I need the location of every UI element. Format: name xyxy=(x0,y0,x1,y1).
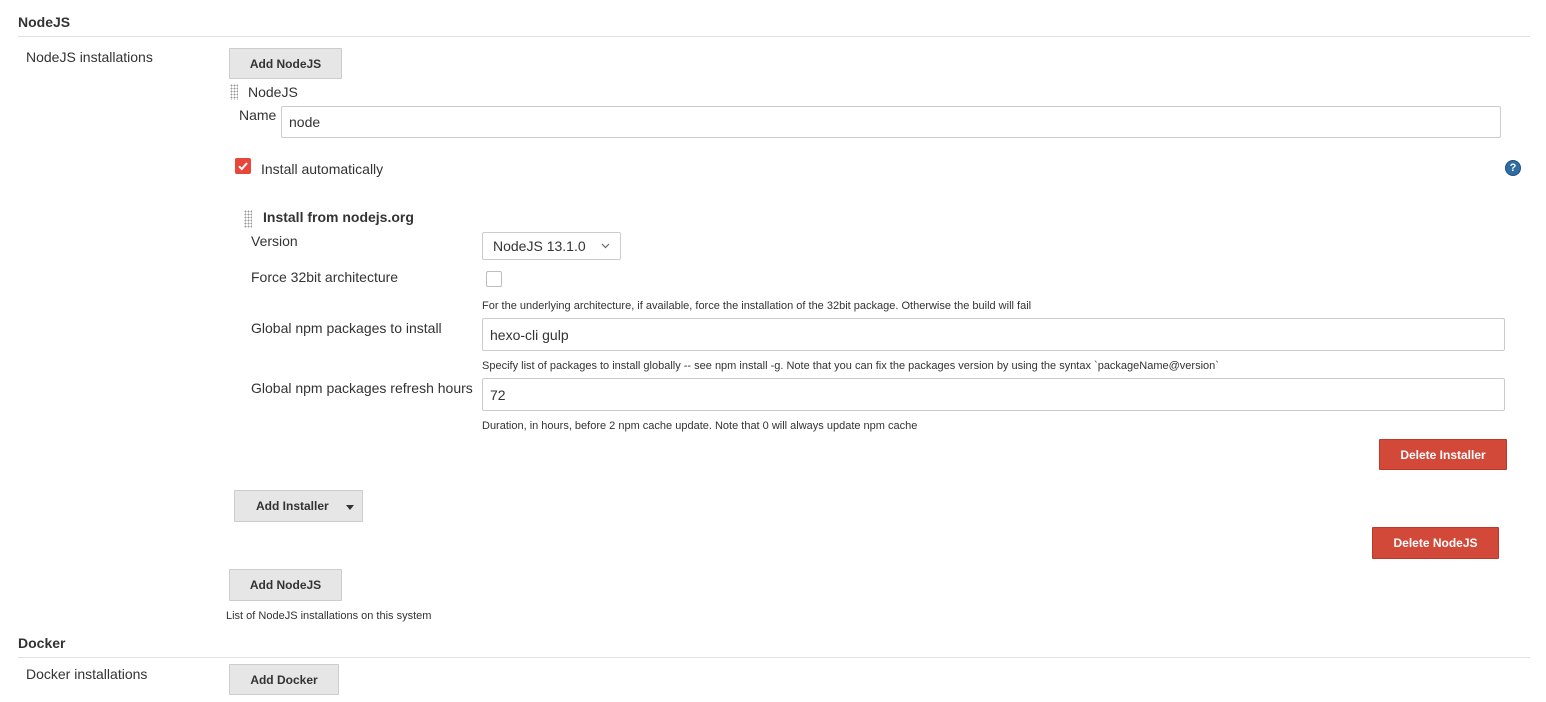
version-select-value: NodeJS 13.1.0 xyxy=(493,238,586,254)
caret-down-icon xyxy=(346,505,354,510)
name-input[interactable]: node xyxy=(281,106,1501,138)
name-input-value: node xyxy=(289,114,321,130)
force32-help-text: For the underlying architecture, if avai… xyxy=(482,300,1032,312)
question-mark-icon[interactable]: ? xyxy=(1505,160,1521,176)
nodejs-section-divider xyxy=(18,36,1530,37)
name-label: Name xyxy=(239,107,277,123)
installer-header: Install from nodejs.org xyxy=(263,209,414,225)
install-automatically-label: Install automatically xyxy=(261,161,384,177)
install-automatically-checkbox[interactable] xyxy=(235,158,251,174)
checkmark-icon xyxy=(238,162,248,171)
refresh-hours-help-text: Duration, in hours, before 2 npm cache u… xyxy=(482,420,918,432)
nodejs-installation-header: NodeJS xyxy=(248,84,298,100)
nodejs-section-title: NodeJS xyxy=(18,14,71,30)
global-packages-input[interactable]: hexo-cli gulp xyxy=(482,318,1505,351)
nodejs-installations-label: NodeJS installations xyxy=(26,49,153,65)
installer-drag-handle-icon[interactable] xyxy=(244,210,252,228)
add-installer-label: Add Installer xyxy=(256,499,329,513)
add-nodejs-button-bottom[interactable]: Add NodeJS xyxy=(229,569,342,601)
docker-section-title: Docker xyxy=(18,635,66,651)
delete-nodejs-button[interactable]: Delete NodeJS xyxy=(1372,527,1499,559)
version-label: Version xyxy=(251,233,298,249)
refresh-hours-input[interactable]: 72 xyxy=(482,378,1505,411)
force32-label: Force 32bit architecture xyxy=(251,269,399,285)
version-select[interactable]: NodeJS 13.1.0 xyxy=(482,232,621,260)
refresh-hours-input-value: 72 xyxy=(490,386,506,403)
nodejs-installations-help-text: List of NodeJS installations on this sys… xyxy=(226,610,432,622)
global-packages-help-text: Specify list of packages to install glob… xyxy=(482,360,1219,372)
docker-section-divider xyxy=(18,657,1530,658)
add-docker-button[interactable]: Add Docker xyxy=(229,664,339,695)
add-nodejs-button[interactable]: Add NodeJS xyxy=(229,48,342,79)
delete-installer-button[interactable]: Delete Installer xyxy=(1379,439,1507,470)
drag-handle-icon[interactable] xyxy=(230,84,238,100)
chevron-down-icon xyxy=(601,243,610,249)
global-packages-label: Global npm packages to install xyxy=(251,320,442,336)
add-installer-button[interactable]: Add Installer xyxy=(234,490,363,522)
global-packages-input-value: hexo-cli gulp xyxy=(490,326,569,343)
force32-checkbox[interactable] xyxy=(486,271,502,287)
docker-installations-label: Docker installations xyxy=(26,666,148,682)
refresh-hours-label: Global npm packages refresh hours xyxy=(251,380,473,396)
